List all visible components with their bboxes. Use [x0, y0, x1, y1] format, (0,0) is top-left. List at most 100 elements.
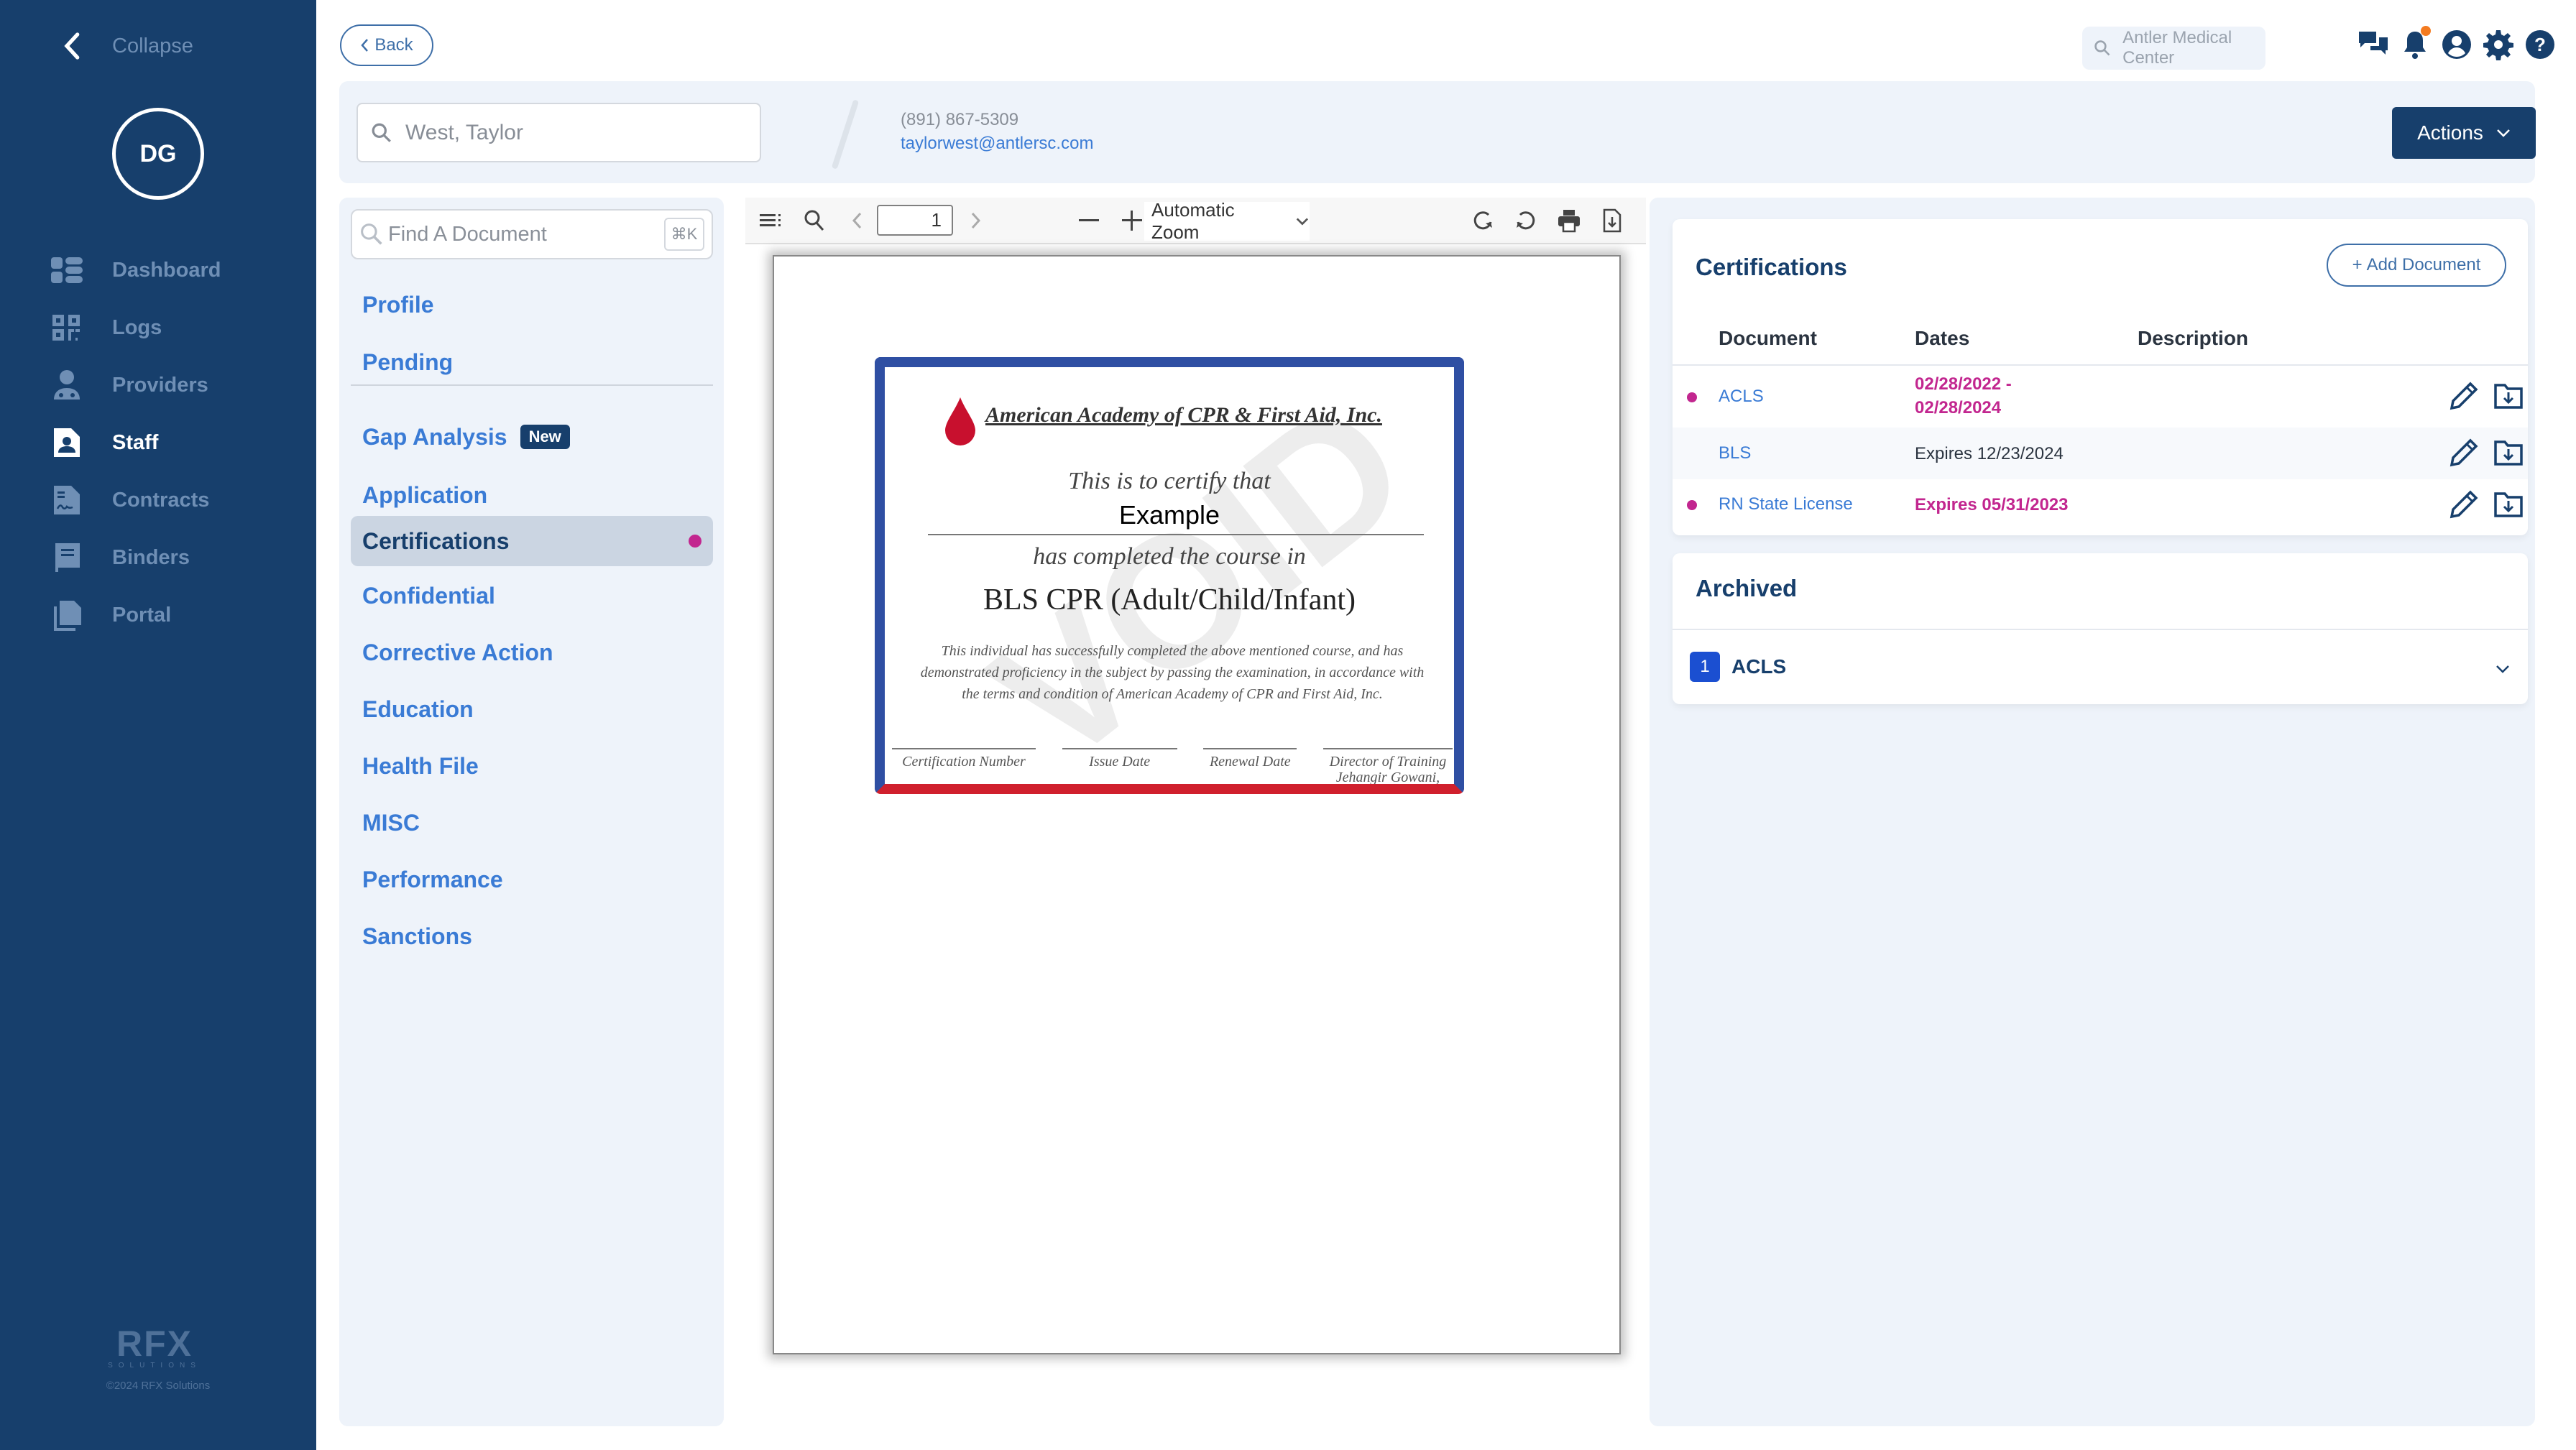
- back-button[interactable]: Back: [340, 24, 433, 66]
- chevron-down-icon[interactable]: [2493, 660, 2512, 678]
- book-icon: [50, 541, 83, 574]
- staff-email-link[interactable]: taylorwest@antlersc.com: [901, 134, 1093, 154]
- nav-item-portal[interactable]: Portal: [50, 586, 221, 644]
- find-in-document-icon[interactable]: [801, 208, 827, 234]
- pdf-viewer: 1 Automatic Zoom VOID American Academy o…: [745, 198, 1646, 1450]
- edit-pencil-icon[interactable]: [2449, 381, 2479, 411]
- notification-dot: [2421, 26, 2431, 36]
- search-icon: [361, 223, 382, 245]
- staff-header: West, Taylor (891) 867-5309 taylorwest@a…: [339, 81, 2536, 183]
- dates-line: 02/28/2022 -: [1915, 374, 2012, 394]
- nav-item-staff[interactable]: Staff: [50, 414, 221, 471]
- certificate-text: has completed the course in: [1033, 543, 1306, 570]
- collapse-button[interactable]: Collapse: [62, 32, 193, 60]
- print-icon[interactable]: [1556, 208, 1582, 234]
- nav-item-dashboard[interactable]: Dashboard: [50, 241, 221, 299]
- rotate-counterclockwise-icon[interactable]: [1513, 208, 1539, 234]
- edit-pencil-icon[interactable]: [2449, 489, 2479, 519]
- previous-page-icon[interactable]: [845, 208, 870, 234]
- documents-panel: Certifications + Add Document Document D…: [1650, 198, 2535, 1426]
- download-folder-icon[interactable]: [2493, 381, 2524, 411]
- search-icon: [2094, 40, 2110, 56]
- doc-item-performance[interactable]: Performance: [351, 854, 713, 905]
- doc-item-misc[interactable]: MISC: [351, 798, 713, 848]
- nav-item-contracts[interactable]: Contracts: [50, 471, 221, 529]
- download-folder-icon[interactable]: [2493, 489, 2524, 519]
- certificate-sig-label: Jehangir Gowani, MD: [1335, 770, 1440, 794]
- chevron-left-icon: [361, 39, 369, 52]
- gear-icon[interactable]: [2483, 29, 2514, 63]
- nav-item-binders[interactable]: Binders: [50, 529, 221, 586]
- download-icon[interactable]: [1599, 208, 1625, 234]
- user-circle-icon[interactable]: [2441, 29, 2472, 63]
- doc-item-sanctions[interactable]: Sanctions: [351, 911, 713, 961]
- zoom-in-icon[interactable]: [1119, 208, 1145, 234]
- doc-item-label: Corrective Action: [362, 639, 553, 665]
- add-document-label: Add Document: [2366, 255, 2481, 274]
- doc-item-application[interactable]: Application: [351, 470, 713, 520]
- chevron-down-icon: [2497, 129, 2510, 137]
- divider: [1673, 364, 2528, 366]
- sidebar-toggle-icon[interactable]: [758, 208, 784, 234]
- download-folder-icon[interactable]: [2493, 438, 2524, 468]
- chat-icon[interactable]: [2358, 29, 2389, 63]
- help-icon[interactable]: ?: [2524, 29, 2556, 63]
- nav-item-providers[interactable]: Providers: [50, 356, 221, 414]
- find-document-placeholder: Find A Document: [388, 222, 547, 246]
- doc-item-label: MISC: [362, 809, 420, 836]
- actions-button[interactable]: Actions: [2392, 107, 2536, 159]
- avatar[interactable]: DG: [112, 108, 204, 200]
- document-link[interactable]: BLS: [1719, 443, 1751, 463]
- certificate-sig-label: Issue Date: [1062, 748, 1177, 784]
- doc-item-label: Certifications: [362, 527, 510, 554]
- nav-label: Dashboard: [112, 258, 221, 282]
- archived-item-acls[interactable]: 1 ACLS: [1690, 652, 1786, 682]
- document-link[interactable]: ACLS: [1719, 387, 1764, 407]
- certificate-sig-label: Director of Training: [1329, 754, 1447, 770]
- organization-search-input[interactable]: Antler Medical Center: [2082, 27, 2266, 70]
- logo-subtext: SOLUTIONS: [108, 1362, 201, 1370]
- doc-item-pending[interactable]: Pending: [351, 337, 713, 387]
- find-document-input[interactable]: Find A Document ⌘K: [351, 209, 713, 259]
- certificate-signature-row: Certification Number Issue Date Renewal …: [892, 748, 1453, 794]
- sidebar: Collapse DG Dashboard Logs Providers Sta…: [0, 0, 316, 1450]
- rotate-clockwise-icon[interactable]: [1470, 208, 1496, 234]
- doc-item-confidential[interactable]: Confidential: [351, 571, 713, 621]
- doc-item-certifications[interactable]: Certifications: [351, 516, 713, 566]
- staff-search-input[interactable]: West, Taylor: [356, 103, 761, 162]
- doc-item-education[interactable]: Education: [351, 684, 713, 734]
- next-page-icon[interactable]: [962, 208, 988, 234]
- zoom-select[interactable]: Automatic Zoom: [1144, 199, 1310, 243]
- doc-item-profile[interactable]: Profile: [351, 280, 713, 330]
- certificate-rule: [928, 534, 1424, 535]
- edit-pencil-icon[interactable]: [2449, 438, 2479, 468]
- dashboard-icon: [50, 254, 83, 287]
- add-document-button[interactable]: + Add Document: [2327, 244, 2506, 287]
- archived-count-badge: 1: [1690, 652, 1720, 682]
- certificate-org: American Academy of CPR & First Aid, Inc…: [985, 403, 1382, 427]
- staff-file-icon: [50, 426, 83, 459]
- certificate-text: This is to certify that: [1068, 468, 1271, 494]
- table-row: RN State License Expires 05/31/2023: [1673, 479, 2528, 531]
- certificate-body: This individual has successfully complet…: [920, 643, 1425, 702]
- doc-item-label: Pending: [362, 348, 454, 375]
- divider: [1673, 629, 2528, 630]
- doc-item-label: Profile: [362, 291, 434, 318]
- dates-line: 02/28/2024: [1915, 398, 2002, 417]
- nav-item-logs[interactable]: Logs: [50, 299, 221, 356]
- page-number-input[interactable]: 1: [877, 205, 953, 236]
- table-row: BLS Expires 12/23/2024: [1673, 428, 2528, 479]
- nav-label: Contracts: [112, 488, 210, 512]
- document-link[interactable]: RN State License: [1719, 494, 1853, 514]
- blood-drop-icon: [945, 397, 975, 445]
- plus-icon: +: [2352, 255, 2363, 274]
- doc-item-health-file[interactable]: Health File: [351, 741, 713, 791]
- nav-label: Logs: [112, 315, 162, 339]
- archived-card: Archived 1 ACLS: [1673, 553, 2528, 704]
- doc-item-corrective-action[interactable]: Corrective Action: [351, 627, 713, 678]
- alert-dot: [1687, 500, 1697, 510]
- zoom-out-icon[interactable]: [1076, 208, 1102, 234]
- bell-icon[interactable]: [2399, 26, 2431, 63]
- copyright: ©2024 RFX Solutions: [106, 1380, 211, 1392]
- doc-item-gap-analysis[interactable]: Gap Analysis New: [351, 412, 713, 462]
